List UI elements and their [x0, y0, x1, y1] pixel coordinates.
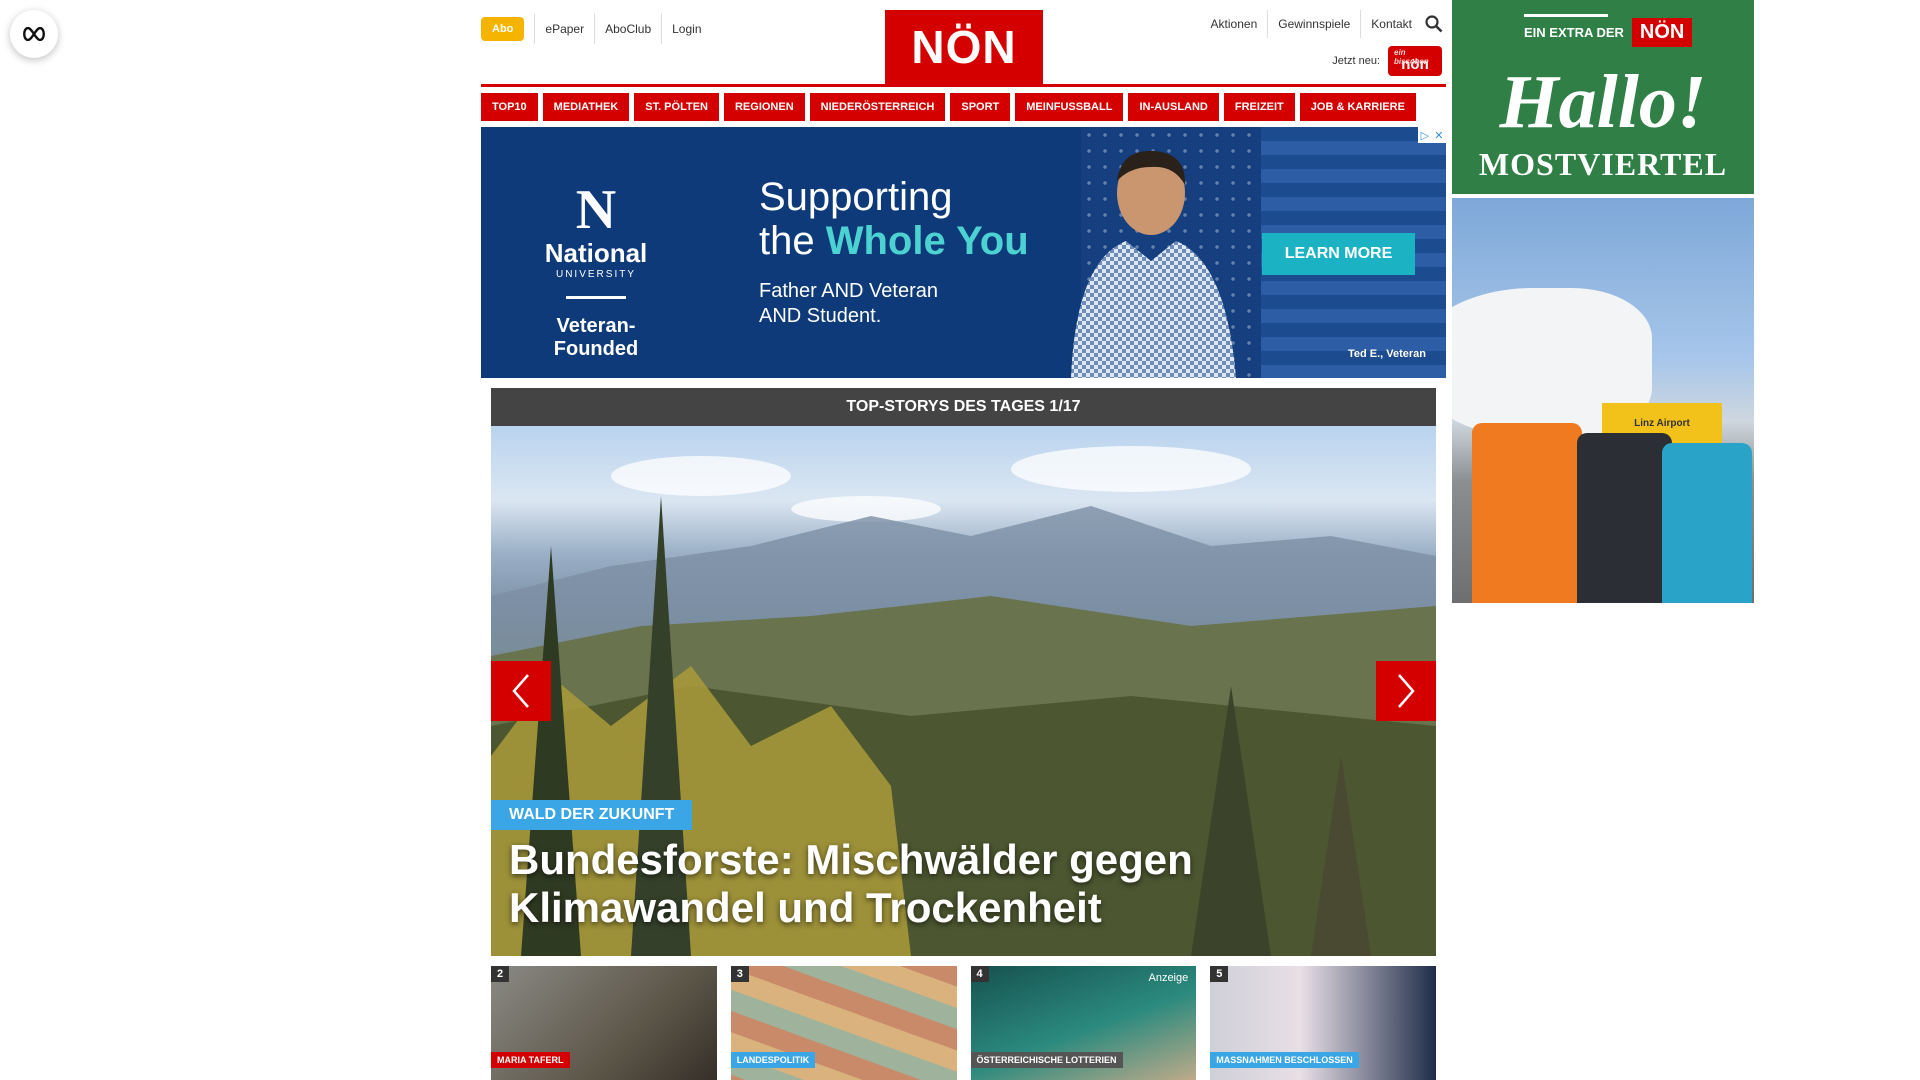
suitcase-blue: [1662, 443, 1752, 603]
thumb-label: MARIA TAFERL: [491, 1052, 570, 1068]
ad-headline-line2: the Whole You: [759, 219, 1029, 263]
side-ad-extra-text: EIN EXTRA DER: [1524, 25, 1624, 40]
header-divider: [481, 84, 1446, 87]
main-nav: TOP10 MEDIATHEK ST. PÖLTEN REGIONEN NIED…: [481, 93, 1446, 121]
ad-brand-name: National: [544, 238, 648, 268]
ad-subline: Father AND Veteran AND Student.: [759, 279, 938, 329]
nav-sport[interactable]: SPORT: [950, 93, 1011, 121]
chevron-left-icon: [512, 674, 529, 708]
nav-meinfussball[interactable]: MEINFUSSBALL: [1015, 93, 1124, 121]
story-thumb-2[interactable]: 2 MARIA TAFERL: [491, 966, 717, 1080]
top-stories: TOP-STORYS DES TAGES 1/17 WALD DER ZUKUN…: [491, 388, 1436, 1080]
ad-brand-rule: [566, 296, 626, 299]
thumb-label: MASSNAHMEN BESCHLOSSEN: [1210, 1052, 1359, 1068]
ad-headline-highlight: Whole You: [825, 219, 1029, 263]
abo-button[interactable]: Abo: [481, 17, 525, 41]
login-link[interactable]: Login: [661, 14, 711, 44]
site-logo[interactable]: NÖN: [885, 10, 1043, 84]
top-stories-heading: TOP-STORYS DES TAGES 1/17: [491, 388, 1436, 426]
epaper-link[interactable]: ePaper: [534, 14, 594, 44]
nav-freizeit[interactable]: FREIZEIT: [1223, 93, 1295, 121]
side-ad-extra: EIN EXTRA DER NÖN: [1524, 14, 1693, 47]
story-thumb-4[interactable]: 4 Anzeige ÖSTERREICHISCHE LOTTERIEN: [970, 966, 1197, 1080]
side-ad-travel[interactable]: Linz Airport: [1452, 198, 1754, 603]
nav-mediathek[interactable]: MEDIATHEK: [542, 93, 630, 121]
suitcase-black: [1577, 433, 1672, 603]
gewinnspiele-link[interactable]: Gewinnspiele: [1268, 10, 1362, 38]
story-kicker[interactable]: WALD DER ZUKUNFT: [491, 800, 693, 830]
side-ad-hallo[interactable]: EIN EXTRA DER NÖN Hallo! MOSTVIERTEL: [1452, 0, 1754, 194]
mini-logo-tag: ein bisschen: [1394, 48, 1429, 66]
kontakt-link[interactable]: Kontakt: [1361, 10, 1422, 38]
thumb-label: ÖSTERREICHISCHE LOTTERIEN: [970, 1052, 1123, 1068]
ad-subline-1: Father AND Veteran: [759, 280, 938, 302]
ad-brand-sub: UNIVERSITY: [555, 269, 636, 280]
thumb-number: 5: [1210, 966, 1229, 982]
jetzt-neu-label: Jetzt neu:: [1332, 55, 1380, 67]
ad-person-photo: [1071, 150, 1236, 378]
aboclub-link[interactable]: AboClub: [594, 14, 661, 44]
jetzt-neu: Jetzt neu: ein bisschen nön: [1332, 46, 1442, 76]
nav-in-ausland[interactable]: IN-AUSLAND: [1128, 93, 1219, 121]
header: Abo ePaper AboClub Login NÖN Aktionen Ge…: [481, 0, 1446, 84]
mini-non-logo[interactable]: ein bisschen nön: [1388, 46, 1442, 76]
story-thumb-5[interactable]: 5 MASSNAHMEN BESCHLOSSEN: [1210, 966, 1436, 1080]
thumb-label: LANDESPOLITIK: [730, 1052, 816, 1068]
ad-headline: Supporting the Whole You: [759, 175, 1029, 263]
ad-brand-letter: N: [575, 179, 617, 241]
side-ad-region: MOSTVIERTEL: [1478, 146, 1728, 182]
story-thumbnails: 2 MARIA TAFERL 3 LANDESPOLITIK 4 Anzeige…: [491, 966, 1436, 1080]
thumb-number: 2: [491, 966, 510, 982]
featured-story[interactable]: WALD DER ZUKUNFT Bundesforste: Mischwäld…: [491, 426, 1436, 956]
chevron-right-icon: [1398, 674, 1415, 708]
side-ad-hallo-text: Hallo!: [1499, 60, 1707, 144]
carousel-next-button[interactable]: [1376, 661, 1436, 721]
nav-niederoesterreich[interactable]: NIEDERÖSTERREICH: [809, 93, 946, 121]
infinity-icon: [23, 27, 45, 41]
adchoices-icon[interactable]: ▷ ✕: [1418, 127, 1446, 143]
side-ad-bar: [1524, 14, 1608, 17]
story-thumb-3[interactable]: 3 LANDESPOLITIK: [730, 966, 957, 1080]
ad-subline-2: AND Student.: [759, 305, 882, 327]
aktionen-link[interactable]: Aktionen: [1201, 10, 1269, 38]
nav-st-poelten[interactable]: ST. PÖLTEN: [634, 93, 719, 121]
thumb-number: 4: [970, 966, 989, 982]
nav-regionen[interactable]: REGIONEN: [723, 93, 805, 121]
ad-headline-line1: Supporting: [759, 175, 953, 219]
side-ad-logo: NÖN: [1631, 18, 1693, 47]
main-column: Abo ePaper AboClub Login NÖN Aktionen Ge…: [481, 0, 1446, 1080]
suitcase-orange: [1472, 423, 1582, 603]
anzeige-badge: Anzeige: [1148, 972, 1189, 984]
search-icon[interactable]: [1422, 12, 1446, 36]
ad-brand: N National UNIVERSITY Veteran-Founded: [521, 182, 671, 361]
ad-headline-the: the: [759, 219, 826, 263]
header-right-links: Aktionen Gewinnspiele Kontakt: [1201, 10, 1446, 38]
learn-more-button[interactable]: LEARN MORE: [1262, 233, 1415, 275]
banner-ad[interactable]: N National UNIVERSITY Veteran-Founded Su…: [481, 127, 1446, 378]
accessibility-button[interactable]: [10, 10, 58, 58]
ad-caption: Ted E., Veteran: [1347, 348, 1426, 360]
carousel-prev-button[interactable]: [491, 661, 551, 721]
ad-brand-tagline: Veteran-Founded: [553, 315, 639, 360]
header-left-links: Abo ePaper AboClub Login: [481, 14, 712, 44]
story-headline[interactable]: Bundesforste: Mischwälder gegen Klimawan…: [509, 836, 1309, 932]
nav-job-karriere[interactable]: JOB & KARRIERE: [1299, 93, 1416, 121]
thumb-number: 3: [730, 966, 749, 982]
nav-top10[interactable]: TOP10: [481, 93, 538, 121]
